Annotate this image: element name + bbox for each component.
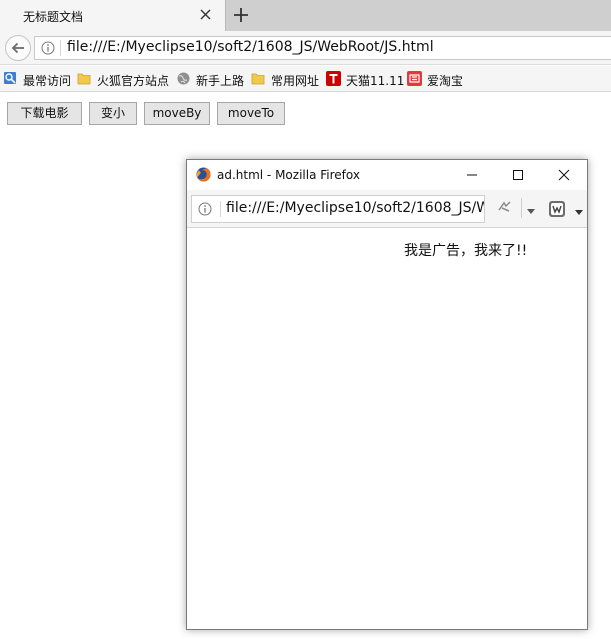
chevron-down-icon[interactable] xyxy=(575,205,583,219)
bookmark-label: 新手上路 xyxy=(196,74,245,88)
maximize-button[interactable] xyxy=(495,160,541,190)
firefox-icon xyxy=(196,167,211,182)
folder-icon xyxy=(77,71,92,86)
url-separator xyxy=(220,201,221,217)
close-window-button[interactable] xyxy=(541,160,587,190)
popup-title-bar[interactable]: ad.html - Mozilla Firefox xyxy=(187,160,587,190)
tab-strip: 无标题文档 xyxy=(0,0,611,31)
toolbar-separator xyxy=(521,198,522,218)
bookmarks-toolbar: 最常访问 火狐官方站点 新手上路 常用网址 天猫11.11 爱淘宝 xyxy=(0,66,611,92)
bookmark-label: 常用网址 xyxy=(271,74,320,88)
tab-active[interactable]: 无标题文档 xyxy=(0,0,226,31)
url-bar[interactable]: file:///E:/Myeclipse10/soft2/1608_JS/Web… xyxy=(34,36,611,60)
popup-window: ad.html - Mozilla Firefox file:///E:/Mye… xyxy=(186,159,588,630)
reader-mode-icon[interactable] xyxy=(548,200,566,221)
tmall-icon xyxy=(326,71,341,86)
tracking-protection-icon[interactable] xyxy=(497,199,513,218)
popup-title: ad.html - Mozilla Firefox xyxy=(217,168,360,182)
url-text[interactable]: file:///E:/Myeclipse10/soft2/1608_JS/Web… xyxy=(67,39,434,55)
back-button[interactable] xyxy=(5,35,31,61)
minimize-icon xyxy=(467,174,477,176)
popup-url-bar[interactable]: file:///E:/Myeclipse10/soft2/1608_JS/W xyxy=(191,195,485,223)
move-by-button[interactable]: moveBy xyxy=(144,102,210,125)
info-icon[interactable] xyxy=(198,202,212,216)
new-tab-icon[interactable] xyxy=(232,6,250,24)
popup-navigation-bar: file:///E:/Myeclipse10/soft2/1608_JS/W xyxy=(187,190,587,228)
popup-url-text[interactable]: file:///E:/Myeclipse10/soft2/1608_JS/W xyxy=(226,200,484,216)
folder-icon xyxy=(251,71,266,86)
url-separator xyxy=(60,40,61,56)
tab-title: 无标题文档 xyxy=(23,10,84,24)
shrink-button[interactable]: 变小 xyxy=(89,102,137,125)
bookmark-label: 火狐官方站点 xyxy=(97,74,170,88)
chevron-down-icon[interactable] xyxy=(527,204,535,218)
minimize-button[interactable] xyxy=(449,160,495,190)
close-icon xyxy=(558,169,570,181)
maximize-icon xyxy=(513,170,523,180)
back-arrow-icon xyxy=(11,42,24,54)
download-movie-button[interactable]: 下载电影 xyxy=(7,102,82,125)
popup-content: 我是广告，我来了!! xyxy=(187,229,587,629)
taobao-icon xyxy=(407,71,422,86)
globe-icon xyxy=(176,71,191,86)
navigation-bar: file:///E:/Myeclipse10/soft2/1608_JS/Web… xyxy=(0,31,611,65)
ad-text: 我是广告，我来了!! xyxy=(404,243,528,259)
close-tab-icon[interactable] xyxy=(198,7,214,23)
bookmark-label: 爱淘宝 xyxy=(427,74,464,88)
most-visited-icon xyxy=(3,71,18,86)
bookmark-label: 最常访问 xyxy=(23,74,72,88)
bookmark-label: 天猫11.11 xyxy=(346,74,405,88)
info-icon[interactable] xyxy=(41,41,55,55)
move-to-button[interactable]: moveTo xyxy=(217,102,285,125)
